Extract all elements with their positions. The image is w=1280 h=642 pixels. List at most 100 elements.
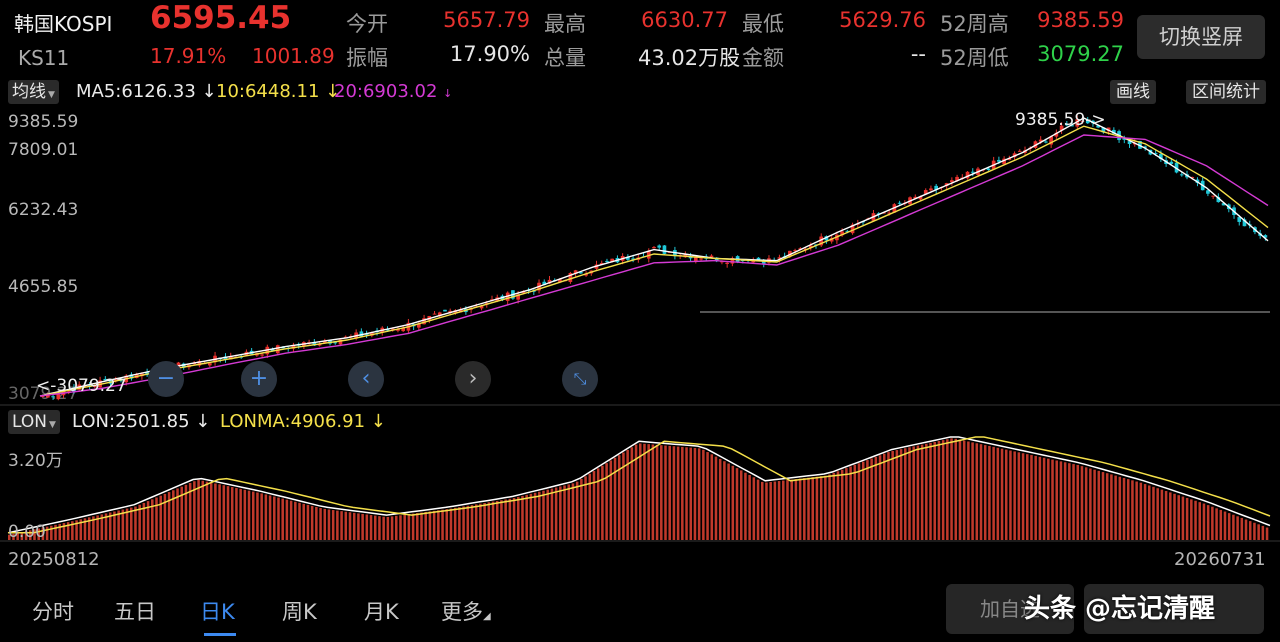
volume-bar	[676, 446, 680, 540]
volume-bar	[336, 510, 339, 540]
volume-bar	[790, 479, 793, 540]
volume-bar	[840, 469, 844, 540]
tab-monthly-k[interactable]: 月K	[364, 596, 399, 626]
volume-bar	[1265, 527, 1269, 540]
volume-bar	[205, 481, 209, 540]
volume-bar	[209, 482, 213, 540]
volume-bar	[988, 445, 991, 540]
volume-bar	[554, 487, 558, 540]
volume-bar	[647, 444, 650, 540]
volume-bar	[331, 510, 335, 540]
volume-bar	[1152, 486, 1155, 540]
volume-bar	[1047, 458, 1050, 540]
volume-bar	[1253, 522, 1256, 540]
volume-bar	[748, 474, 751, 540]
volume-indicator-selector[interactable]: LON ▼	[8, 410, 60, 434]
volume-bar	[294, 501, 297, 540]
volume-bar	[916, 445, 920, 540]
volume-bar	[327, 509, 331, 540]
kline-chart[interactable]	[0, 0, 1280, 560]
volume-bar	[954, 438, 958, 540]
volume-bar	[533, 492, 537, 540]
volume-bar	[1248, 521, 1252, 540]
volume-bar	[702, 449, 705, 540]
volume-bar	[962, 440, 966, 540]
zoom-out-button[interactable]: −	[148, 361, 184, 397]
volume-bar	[315, 506, 318, 540]
volume-bar	[596, 468, 600, 540]
volume-bar	[731, 465, 735, 540]
volume-bar	[1013, 451, 1016, 540]
volume-bar	[369, 515, 373, 540]
scroll-right-button[interactable]: ›	[455, 361, 491, 397]
volume-bar	[319, 508, 322, 540]
tab-intraday[interactable]: 分时	[32, 596, 74, 626]
volume-bar	[382, 516, 385, 540]
candle-body	[929, 188, 933, 191]
volume-axis-top: 3.20万	[8, 451, 63, 471]
candle-body	[260, 354, 264, 356]
tab-more[interactable]: 更多◢	[441, 596, 491, 626]
volume-bar	[1101, 472, 1105, 540]
volume-bar	[601, 465, 604, 540]
volume-bar	[445, 509, 449, 540]
volume-bar	[866, 460, 869, 540]
volume-bar	[399, 515, 402, 540]
volume-bar	[352, 512, 356, 540]
volume-bar	[874, 456, 878, 540]
volume-bar	[1223, 511, 1227, 540]
down-arrow-icon: ↓	[370, 411, 386, 432]
volume-bar	[428, 511, 432, 540]
tab-more-label: 更多	[441, 600, 483, 624]
volume-bar	[378, 516, 381, 540]
volume-bar	[643, 443, 646, 540]
zoom-in-button[interactable]: +	[241, 361, 277, 397]
volume-bar	[870, 458, 873, 540]
volume-bar	[298, 502, 301, 540]
volume-bar	[681, 446, 684, 540]
volume-bar	[483, 502, 486, 540]
volume-bar	[832, 472, 836, 540]
collapse-button[interactable]: ⤡	[562, 361, 598, 397]
volume-bar	[529, 493, 533, 540]
tab-five-day[interactable]: 五日	[114, 596, 156, 626]
volume-bar	[525, 494, 528, 540]
scroll-left-button[interactable]: ‹	[348, 361, 384, 397]
volume-bar	[420, 512, 423, 540]
volume-bar	[878, 455, 882, 540]
volume-bar	[1211, 506, 1214, 540]
volume-bar	[201, 480, 205, 540]
candle-body	[725, 262, 729, 264]
volume-bar	[559, 486, 562, 540]
volume-bar	[218, 484, 221, 540]
volume-bar	[824, 475, 827, 540]
volume-bar	[1017, 452, 1021, 540]
date-start: 20250812	[8, 549, 100, 570]
dropdown-icon: ▼	[48, 420, 56, 430]
volume-bar	[390, 516, 394, 540]
volume-bar	[584, 476, 587, 540]
tab-daily-k[interactable]: 日K	[200, 596, 235, 626]
volume-bar	[1059, 461, 1063, 540]
volume-bar	[310, 505, 314, 540]
volume-bar	[933, 441, 936, 540]
volume-bar	[853, 464, 857, 540]
volume-bar	[403, 514, 406, 540]
volume-bar	[1177, 495, 1180, 540]
volume-bar	[214, 483, 217, 540]
volume-bar	[1097, 470, 1101, 540]
volume-bar	[1021, 453, 1025, 540]
volume-bar	[361, 513, 364, 540]
volume-bar	[912, 446, 915, 540]
volume-bar	[411, 513, 415, 540]
volume-bar	[1089, 468, 1092, 540]
volume-bar	[365, 514, 369, 540]
volume-bar	[1261, 525, 1265, 540]
volume-bar	[449, 508, 453, 540]
volume-bar	[1232, 514, 1235, 540]
volume-bar	[752, 477, 756, 540]
volume-bar	[651, 444, 655, 540]
tab-weekly-k[interactable]: 周K	[282, 596, 317, 626]
volume-axis-bottom: 0.00	[8, 522, 46, 542]
volume-bar	[437, 510, 440, 540]
